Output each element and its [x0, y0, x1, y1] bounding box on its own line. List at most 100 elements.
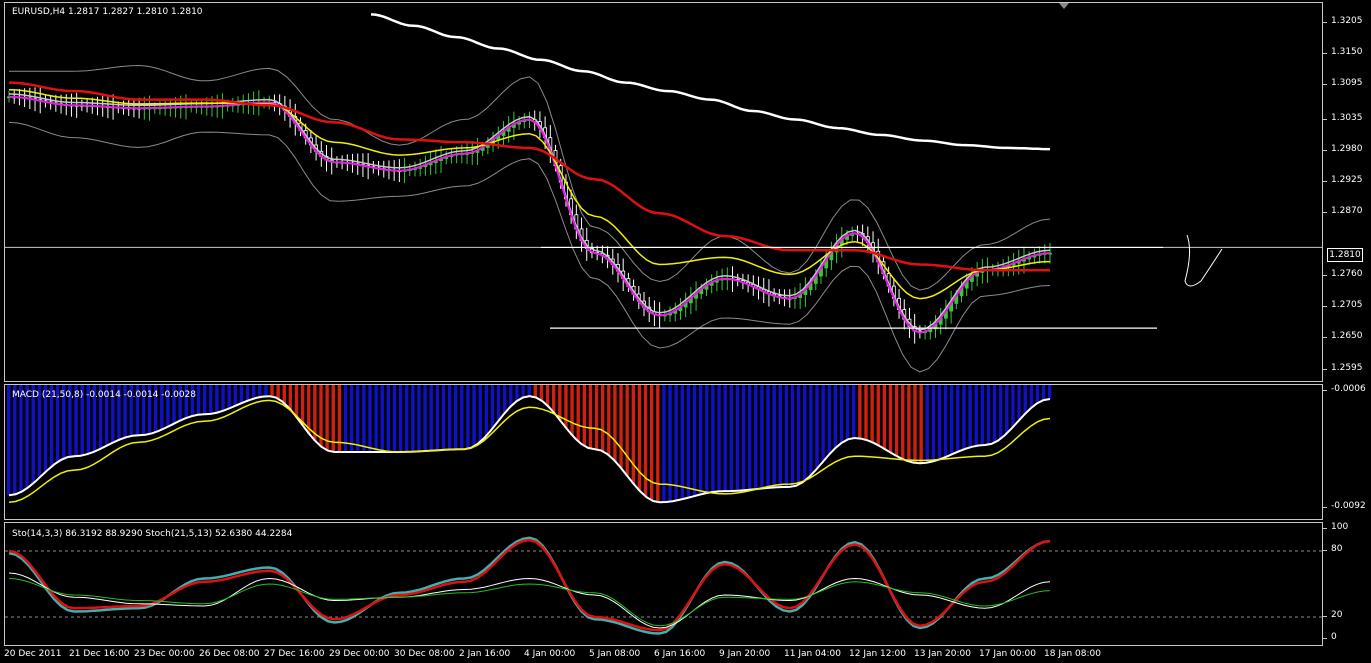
macd-histogram-bar: [1023, 385, 1027, 414]
axis-tick-mark: [1323, 84, 1327, 86]
macd-histogram-bar: [521, 385, 525, 398]
time-axis-tick-label: 17 Jan 00:00: [979, 649, 1036, 659]
macd-histogram-bar: [202, 385, 207, 415]
macd-histogram-bar: [839, 385, 844, 443]
macd-histogram-bar: [925, 385, 929, 463]
macd-histogram-bar: [300, 385, 305, 426]
stochastic-axis: 100 80 20 0: [1323, 522, 1371, 646]
axis-tick-mark: [1323, 181, 1327, 183]
axis-tick-mark: [1323, 638, 1327, 639]
price-chart-pane[interactable]: EURUSD,H4 1.2817 1.2827 1.2810 1.2810: [4, 2, 1323, 382]
axis-tick-mark: [1323, 368, 1327, 370]
macd-histogram-bar: [356, 385, 360, 452]
price-axis-tick-label: 1.3095: [1331, 78, 1363, 89]
macd-histogram-bar: [25, 385, 29, 489]
macd-histogram-bar: [698, 385, 703, 495]
current-price-label: 1.2810: [1327, 248, 1363, 262]
price-axis-tick-label: 1.2705: [1331, 300, 1363, 311]
time-axis-tick-label: 18 Jan 08:00: [1044, 649, 1101, 659]
macd-histogram-bar: [533, 385, 538, 398]
macd-histogram-bar: [490, 385, 495, 429]
macd-histogram-bar: [778, 385, 782, 488]
macd-histogram-bar: [276, 385, 280, 399]
moving-average-white: [370, 13, 1050, 151]
macd-histogram-bar: [239, 385, 244, 404]
moving-average-silver: [8, 93, 1051, 331]
time-axis-tick-label: 4 Jan 00:00: [524, 649, 576, 659]
time-axis-tick-label: 5 Jan 08:00: [589, 649, 641, 659]
time-axis-tick-label: 21 Dec 16:00: [69, 649, 130, 659]
axis-tick-mark: [1323, 306, 1327, 308]
macd-histogram-bar: [882, 385, 887, 449]
macd-histogram-bar: [196, 385, 201, 415]
macd-histogram-bar: [956, 385, 960, 452]
macd-histogram-bar: [741, 385, 746, 491]
macd-histogram-bar: [686, 385, 691, 498]
price-axis-tick-label: 1.3150: [1331, 47, 1363, 58]
macd-histogram-bar: [466, 385, 470, 449]
macd-histogram-bar: [747, 385, 752, 490]
macd-histogram-bar: [852, 385, 856, 439]
stochastic-axis-tick-label: 100: [1331, 522, 1349, 532]
macd-histogram-bar: [674, 385, 678, 501]
price-axis-tick-label: 1.3035: [1331, 112, 1363, 123]
macd-histogram-bar: [215, 385, 219, 413]
macd-signal-line: [8, 399, 1051, 504]
chart-shift-marker: [1059, 3, 1069, 9]
time-axis-tick-label: 30 Dec 08:00: [394, 649, 455, 659]
stochastic-main-line: [8, 536, 1051, 635]
macd-histogram-bar: [613, 385, 617, 462]
macd-histogram-bar: [288, 385, 293, 410]
macd-histogram-bar: [919, 385, 923, 464]
price-axis-tick-label: 1.2980: [1331, 143, 1363, 154]
macd-histogram-bar: [441, 385, 446, 450]
macd-histogram-bar: [447, 385, 452, 450]
macd-histogram-bar: [980, 385, 985, 446]
macd-histogram-bar: [411, 385, 415, 452]
macd-pane[interactable]: MACD (21,50,8) -0.0014 -0.0014 -0.0028: [4, 384, 1323, 520]
macd-histogram-bar: [392, 385, 397, 452]
macd-histogram-bar: [270, 385, 274, 397]
macd-histogram-bar: [362, 385, 366, 452]
axis-tick-mark: [1323, 149, 1327, 151]
macd-histogram-bar: [380, 385, 384, 452]
macd-histogram-bar: [937, 385, 942, 460]
axis-tick-mark: [1323, 118, 1327, 120]
macd-histogram-bar: [417, 385, 421, 452]
macd-histogram-bar: [405, 385, 409, 452]
time-axis-tick-label: 23 Dec 00:00: [134, 649, 195, 659]
macd-histogram-bar: [245, 385, 250, 401]
stochastic-axis-tick-label: 0: [1331, 632, 1337, 642]
macd-histogram-bar: [368, 385, 372, 452]
macd-axis-tick-label: -0.0092: [1331, 500, 1366, 511]
stochastic-pane[interactable]: Sto(14,3,3) 86.3192 88.9290 Stoch(21,5,1…: [4, 522, 1323, 646]
time-axis-tick-label: 11 Jan 04:00: [784, 649, 841, 659]
time-axis-tick-label: 9 Jan 20:00: [719, 649, 771, 659]
macd-main-line: [8, 395, 1051, 504]
macd-histogram-bar: [258, 385, 262, 398]
macd-histogram-bar: [509, 385, 513, 406]
macd-histogram-bar: [294, 385, 299, 418]
macd-histogram-bar: [1029, 385, 1034, 408]
stoch2-signal-line: [8, 578, 1051, 627]
macd-histogram-bar: [429, 385, 433, 451]
macd-histogram-bar: [974, 385, 978, 446]
macd-histogram-bar: [558, 385, 562, 421]
axis-tick-mark: [1323, 616, 1327, 617]
macd-histogram-bar: [643, 385, 648, 497]
axis-tick-mark: [1323, 212, 1327, 214]
macd-histogram-bar: [1017, 385, 1021, 420]
macd-histogram-bar: [766, 385, 770, 488]
macd-histogram-bar: [19, 385, 23, 492]
macd-histogram-bar: [551, 385, 556, 413]
axis-tick-mark: [1323, 21, 1327, 23]
price-axis-tick-label: 1.2650: [1331, 331, 1363, 342]
macd-histogram-bar: [1035, 385, 1040, 403]
axis-tick-mark: [1323, 337, 1327, 339]
macd-histogram-bar: [527, 385, 531, 397]
price-axis: 1.3205 1.3150 1.3095 1.3035 1.2980 1.2925 1.28…: [1323, 2, 1371, 382]
macd-histogram-bar: [607, 385, 611, 456]
macd-histogram-bar: [503, 385, 507, 413]
price-axis-tick-label: 1.3205: [1331, 15, 1363, 26]
price-axis-tick-label: 1.2925: [1331, 175, 1363, 186]
